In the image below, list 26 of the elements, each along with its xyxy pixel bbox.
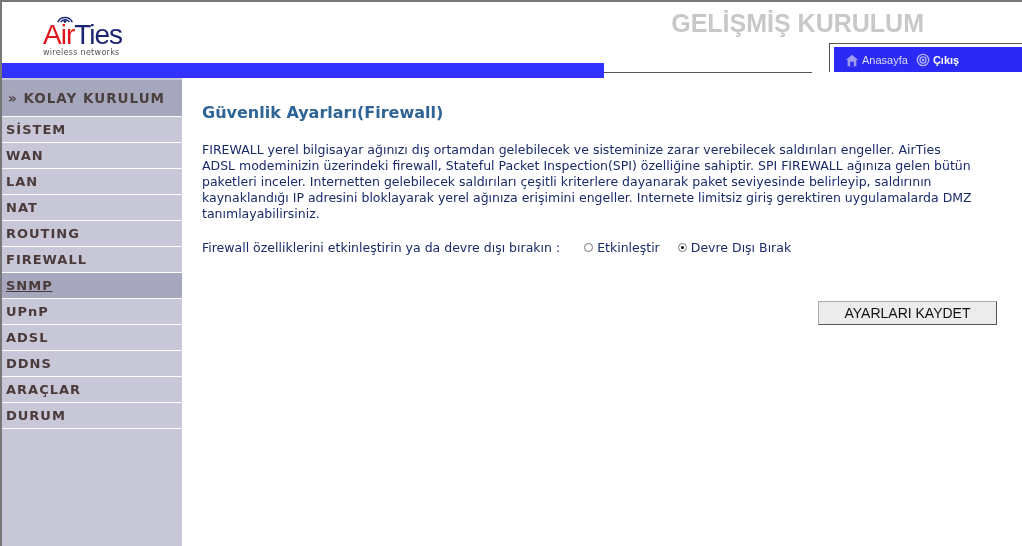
sidebar-item[interactable]: DDNS xyxy=(2,351,182,377)
target-icon xyxy=(915,52,930,67)
sidebar-item[interactable]: WAN xyxy=(2,143,182,169)
radio-option[interactable]: Etkinleştir xyxy=(584,240,660,255)
nav-link[interactable]: Çıkış xyxy=(915,52,960,67)
sidebar-item[interactable]: UPnP xyxy=(2,299,182,325)
sidebar-item[interactable]: SİSTEM xyxy=(2,117,182,143)
house-icon xyxy=(845,52,859,67)
sidebar-item[interactable]: ARAÇLAR xyxy=(2,377,182,403)
wifi-waves-icon xyxy=(54,14,76,23)
sidebar-item[interactable]: SNMP xyxy=(2,273,182,299)
sidebar-item[interactable]: DURUM xyxy=(2,403,182,429)
sidebar-heading[interactable]: » KOLAY KURULUM xyxy=(2,80,182,117)
radio-option[interactable]: Devre Dışı Bırak xyxy=(677,240,792,255)
content-title: Güvenlik Ayarları(Firewall) xyxy=(202,103,445,122)
nav-link[interactable]: Anasayfa xyxy=(845,52,908,67)
option-label: Firewall özelliklerini etkinleştirin ya da devre dışı bırakın : xyxy=(202,240,561,255)
sidebar-item[interactable]: ADSL xyxy=(2,325,182,351)
description-paragraph: FIREWALL yerel bilgisayar ağınızı dış ortamdan gelebilecek ve sisteminize zarar verebilecek saldırıları engeller. AirTies ADSL modeminizin üzerindeki firewall, Stateful Packet Inspection(SPI) özelliğine sahiptir. SPI FIREWALL ağınıza gelen bütün paketleri inceler. Internetten gelebilecek saldırıları çeşitli kriterlere dayanarak paket seviyesinde belirleyip, saldırının kaynaklandığı IP adresini bloklayarak yerel ağınıza erişimini engeller. Internete limitsiz giriş gerektiren uygulamalarda DMZ tanımlayabilirsiniz. xyxy=(202,142,973,222)
sidebar-item[interactable]: NAT xyxy=(2,195,182,221)
radio-icon[interactable] xyxy=(677,243,687,252)
airties-logo: AirTies wireless networks xyxy=(40,14,150,58)
radio-icon[interactable] xyxy=(584,243,594,252)
sidebar-item[interactable]: LAN xyxy=(2,169,182,195)
save-button[interactable]: AYARLARI KAYDET xyxy=(818,301,997,325)
sidebar-item[interactable]: ROUTING xyxy=(2,221,182,247)
